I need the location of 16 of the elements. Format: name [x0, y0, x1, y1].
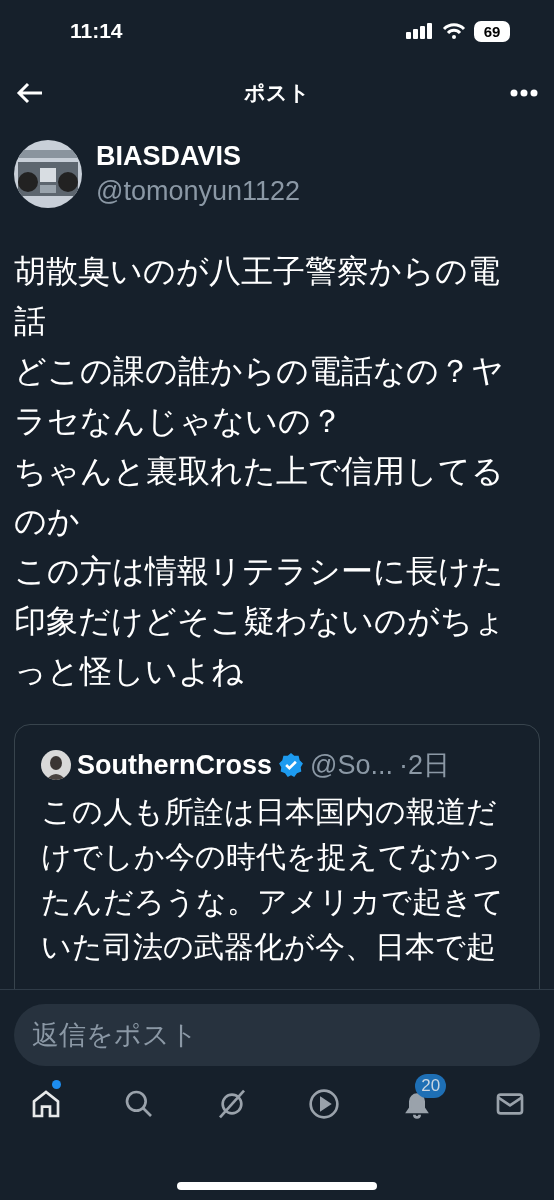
quote-text: この人も所詮は日本国内の報道だけでしか今の時代を捉えてなかったんだろうな。アメリカで起きていた司法の武器化が今、日本で起	[41, 794, 505, 965]
author-name: BIASDAVIS	[96, 141, 243, 172]
reply-field[interactable]: 返信をポスト	[14, 1004, 540, 1066]
quote-time: ·2日	[399, 749, 450, 782]
notification-count: 20	[415, 1074, 447, 1098]
post-text: どこの課の誰からの電話なの？ヤラセなんじゃないの？	[14, 352, 505, 441]
post-text: この方は情報リテラシーに長けた印象だけどそこ疑わないのがちょっと怪しいよね	[14, 552, 507, 691]
post-text: 胡散臭いのが八王子警察からの電話	[14, 252, 501, 341]
post-text: ちゃんと裏取れた上で信用してるのか	[14, 452, 505, 541]
battery-level: 69	[474, 20, 510, 42]
bell-tab[interactable]: 20	[381, 1074, 454, 1134]
status-time: 11:14	[70, 19, 123, 43]
page-title: ポスト	[244, 80, 310, 106]
author-handle: @tomonyun1122	[96, 176, 301, 207]
quote-author-name: SouthernCross	[77, 749, 273, 781]
quote-author-handle: @So...	[310, 749, 393, 781]
